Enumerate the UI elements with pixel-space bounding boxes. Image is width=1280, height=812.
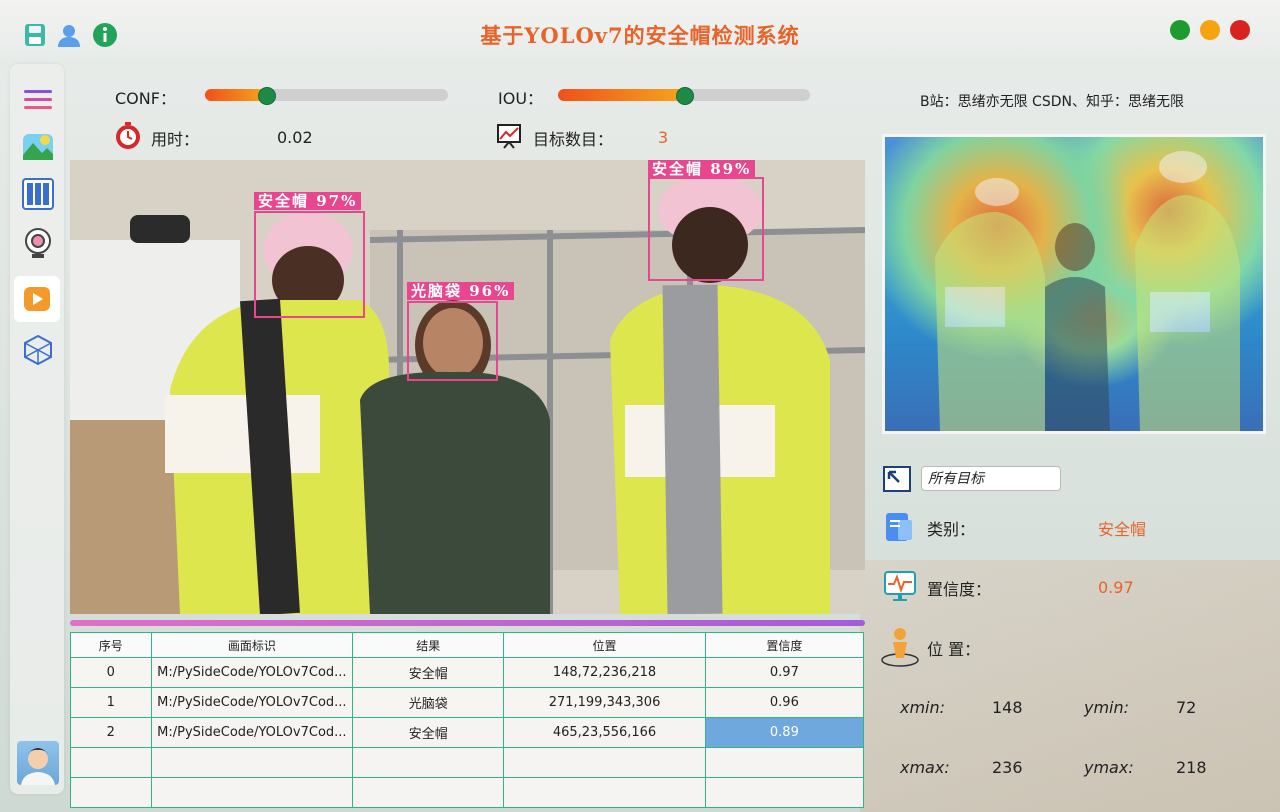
conf-slider-handle[interactable]: [258, 87, 276, 105]
location-icon: [880, 626, 920, 668]
table-cell[interactable]: 安全帽: [352, 717, 505, 748]
video-icon[interactable]: [14, 276, 60, 322]
conf-slider-fill: [205, 89, 266, 101]
ymin-value: 72: [1176, 698, 1197, 717]
position-label: 位 置：: [927, 640, 981, 659]
col-header-result[interactable]: 结果: [352, 632, 505, 658]
app-title: 基于YOLOv7的安全帽检测系统: [480, 23, 800, 48]
table-row-empty[interactable]: [70, 777, 865, 808]
conf-label: CONF：: [115, 89, 176, 108]
avatar[interactable]: [17, 741, 59, 785]
detection-box-0: [254, 211, 365, 318]
confidence-icon: [883, 570, 917, 602]
target-select[interactable]: 所有目标: [921, 466, 1061, 491]
detection-box-2: [648, 177, 764, 281]
xmin-label: xmin:: [900, 698, 946, 717]
progress-bar: [70, 620, 865, 626]
table-cell[interactable]: 2: [70, 717, 152, 748]
camera-icon[interactable]: [22, 228, 54, 260]
batch-folder-icon[interactable]: [22, 178, 54, 210]
table-cell[interactable]: 光脑袋: [352, 687, 505, 718]
detection-label-1: 光脑袋 96%: [407, 282, 515, 300]
time-label: 用时：: [151, 130, 200, 149]
chart-icon: [496, 123, 522, 149]
ymin-label: ymin:: [1084, 698, 1130, 717]
detection-box-1: [407, 301, 498, 381]
heatmap-figures: [935, 151, 1240, 431]
count-label: 目标数目：: [533, 130, 614, 149]
iou-slider[interactable]: [558, 87, 810, 105]
col-header-index[interactable]: 序号: [70, 632, 152, 658]
category-value: 安全帽: [1098, 520, 1147, 539]
confidence-label: 置信度：: [927, 580, 992, 599]
category-icon: [884, 512, 914, 542]
category-label: 类别：: [927, 520, 976, 539]
table-cell[interactable]: 465,23,556,166: [503, 717, 706, 748]
table-cell[interactable]: M:/PySideCode/YOLOv7Cod...: [150, 687, 354, 718]
target-select-icon: [883, 466, 911, 492]
table-cell[interactable]: M:/PySideCode/YOLOv7Cod...: [150, 717, 354, 748]
table-row[interactable]: 2 M:/PySideCode/YOLOv7Cod... 安全帽 465,23,…: [70, 717, 865, 748]
table-cell[interactable]: 0.97: [704, 657, 865, 688]
table-cell[interactable]: 1: [70, 687, 152, 718]
conf-slider[interactable]: [205, 87, 448, 105]
table-cell[interactable]: M:/PySideCode/YOLOv7Cod...: [150, 657, 354, 688]
table-row-empty[interactable]: [70, 747, 865, 778]
image-file-icon[interactable]: [22, 130, 54, 162]
time-value: 0.02: [277, 128, 313, 147]
credit-text: B站：思绪亦无限 CSDN、知乎：思绪无限: [920, 94, 1184, 110]
detection-label-2: 安全帽 89%: [648, 160, 756, 178]
table-cell[interactable]: 271,199,343,306: [503, 687, 706, 718]
xmax-label: xmax:: [900, 758, 950, 777]
col-header-confidence[interactable]: 置信度: [704, 632, 865, 658]
detection-label-0: 安全帽 97%: [254, 192, 362, 210]
detection-image: 安全帽 97% 光脑袋 96% 安全帽 89%: [70, 160, 865, 614]
ymax-label: ymax:: [1084, 758, 1134, 777]
table-row[interactable]: 0 M:/PySideCode/YOLOv7Cod... 安全帽 148,72,…: [70, 657, 865, 688]
table-row[interactable]: 1 M:/PySideCode/YOLOv7Cod... 光脑袋 271,199…: [70, 687, 865, 718]
confidence-value: 0.97: [1098, 578, 1134, 597]
model-icon[interactable]: [22, 334, 54, 366]
table-cell-selected[interactable]: 0.89: [704, 717, 865, 748]
xmax-value: 236: [992, 758, 1023, 777]
table-cell[interactable]: 安全帽: [352, 657, 505, 688]
minimize-button[interactable]: [1200, 20, 1220, 40]
table-header-row: 序号 画面标识 结果 位置 置信度: [70, 632, 865, 658]
table-cell[interactable]: 0.96: [704, 687, 865, 718]
col-header-source[interactable]: 画面标识: [150, 632, 354, 658]
xmin-value: 148: [992, 698, 1023, 717]
close-button[interactable]: [1230, 20, 1250, 40]
maximize-button[interactable]: [1170, 20, 1190, 40]
count-value: 3: [658, 128, 669, 147]
heatmap-image: [882, 134, 1266, 434]
stopwatch-icon: [114, 122, 142, 150]
sidebar: [10, 64, 64, 794]
table-cell[interactable]: 0: [70, 657, 152, 688]
iou-slider-fill: [558, 89, 684, 101]
ymax-value: 218: [1176, 758, 1207, 777]
table-cell[interactable]: 148,72,236,218: [503, 657, 706, 688]
results-table[interactable]: 序号 画面标识 结果 位置 置信度 0 M:/PySideCode/YOLOv7…: [70, 632, 865, 808]
iou-label: IOU：: [498, 89, 544, 108]
col-header-position[interactable]: 位置: [503, 632, 706, 658]
iou-slider-handle[interactable]: [676, 87, 694, 105]
menu-icon[interactable]: [22, 84, 54, 116]
